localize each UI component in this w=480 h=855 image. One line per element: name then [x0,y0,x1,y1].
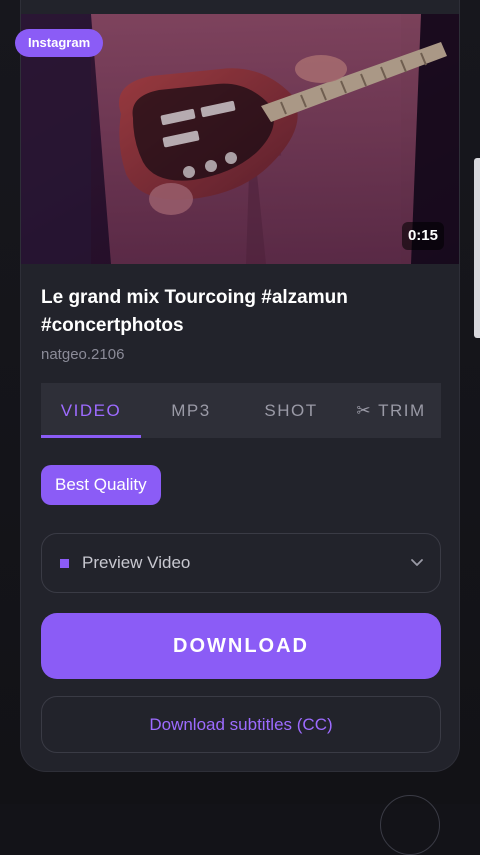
tab-shot[interactable]: SHOT [241,383,341,438]
tab-trim-label: TRIM [378,400,426,420]
chevron-down-icon [411,559,423,566]
scissors-icon: ✂ [356,400,373,420]
tab-shot-label: SHOT [264,400,318,420]
download-card: Le grand mix Tourcoing #alzamun #concert… [20,0,460,772]
download-button[interactable]: DOWNLOAD [41,613,441,679]
download-subtitles-button[interactable]: Download subtitles (CC) [41,696,441,753]
duration-badge: 0:15 [401,222,444,250]
video-author: natgeo.2106 [41,346,125,363]
scrollbar[interactable] [474,158,480,338]
tab-mp3[interactable]: MP3 [141,383,241,438]
format-select[interactable]: Preview Video [41,533,441,593]
tab-video[interactable]: VIDEO [41,383,141,438]
quality-button[interactable]: Best Quality [41,465,161,505]
floating-button-edge[interactable] [380,795,440,855]
tab-mp3-label: MP3 [171,400,211,420]
source-badge: Instagram [15,29,104,57]
tab-video-label: VIDEO [60,400,122,420]
format-indicator-icon [60,559,69,568]
format-select-value: Preview Video [82,553,191,572]
tab-trim[interactable]: ✂ TRIM [341,383,441,438]
video-title: Le grand mix Tourcoing #alzamun #concert… [41,287,348,336]
format-tabs: VIDEO MP3 SHOT ✂ TRIM [41,383,441,438]
